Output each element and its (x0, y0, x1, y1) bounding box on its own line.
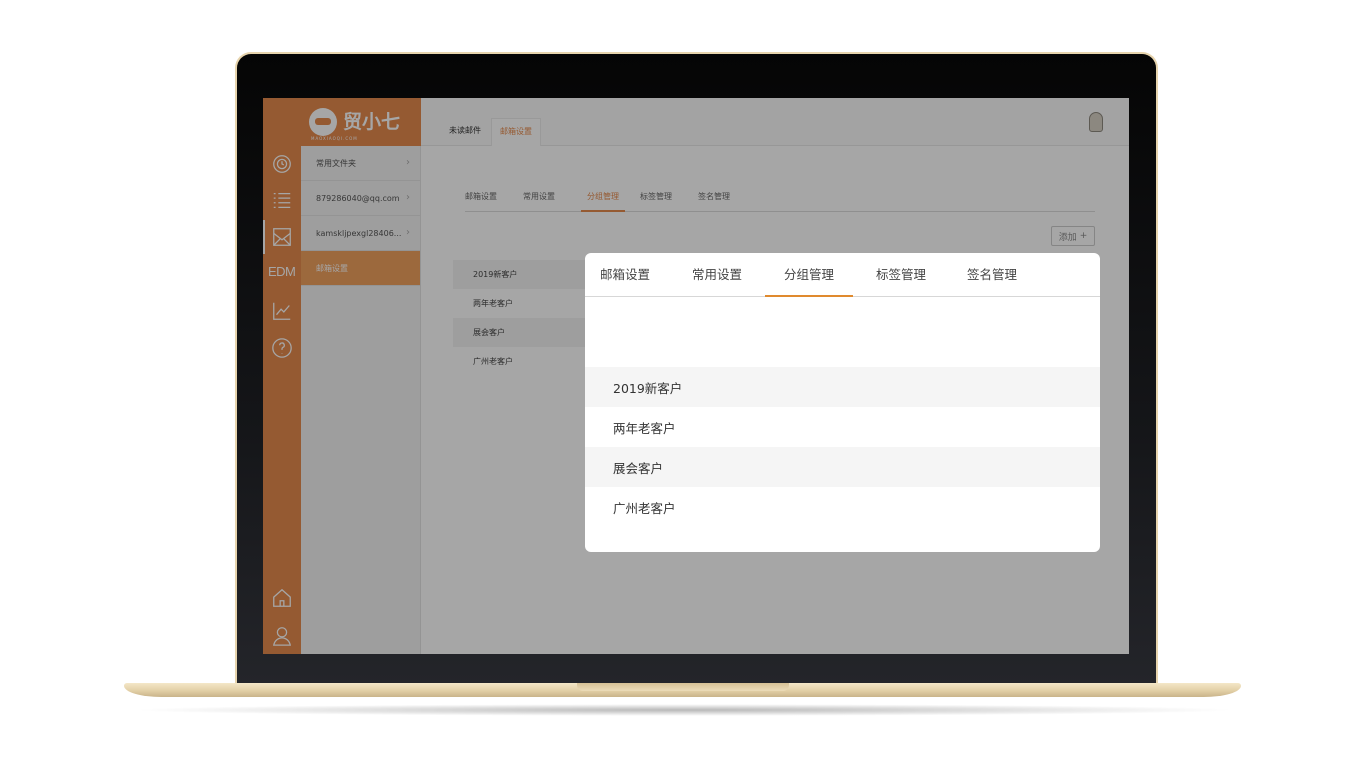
modal-group-name: 展会客户 (613, 460, 664, 476)
modal-tab-mailbox-settings[interactable]: 邮箱设置 (585, 253, 665, 297)
modal-group-row[interactable]: 广州老客户 (585, 487, 1100, 527)
modal-tab-group-management[interactable]: 分组管理 (765, 253, 853, 297)
modal-tab-common-settings[interactable]: 常用设置 (677, 253, 757, 297)
modal-group-name: 2019新客户 (613, 380, 683, 396)
modal-tabs: 邮箱设置 常用设置 分组管理 标签管理 签名管理 (585, 253, 1100, 297)
modal-group-row[interactable]: 两年老客户 (585, 407, 1100, 447)
group-management-modal: 邮箱设置 常用设置 分组管理 标签管理 签名管理 2019新客户 两年老客户 展… (585, 253, 1100, 552)
modal-group-row[interactable]: 展会客户 (585, 447, 1100, 487)
laptop-base (124, 683, 1241, 697)
modal-group-row[interactable]: 2019新客户 (585, 367, 1100, 407)
modal-group-name: 广州老客户 (613, 500, 676, 516)
laptop-shadow (130, 704, 1238, 716)
modal-tab-tag-management[interactable]: 标签管理 (861, 253, 941, 297)
modal-tab-signature-management[interactable]: 签名管理 (952, 253, 1032, 297)
laptop-notch (577, 683, 789, 691)
modal-group-name: 两年老客户 (613, 420, 676, 436)
